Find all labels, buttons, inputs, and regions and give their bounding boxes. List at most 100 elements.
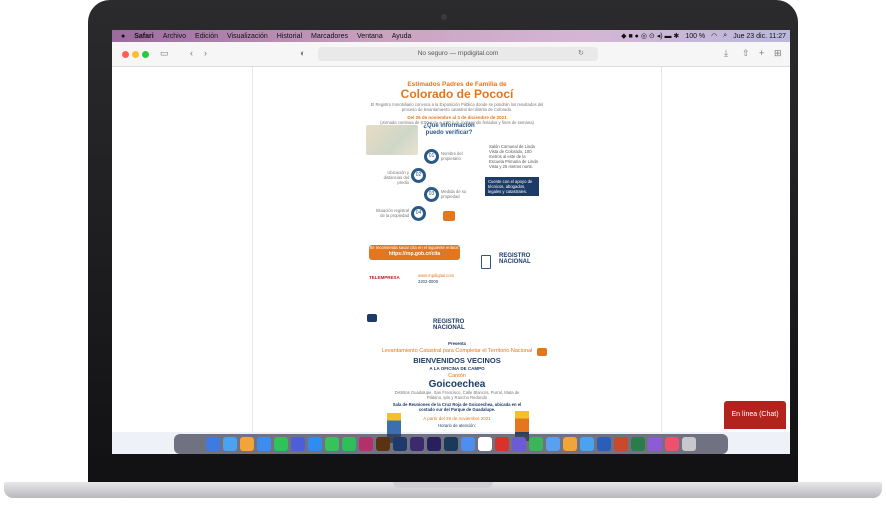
flyer2-project: Levantamiento Catastral para Completar e… <box>381 348 533 354</box>
indesign-icon[interactable] <box>359 437 373 451</box>
photoshop-icon[interactable] <box>393 437 407 451</box>
messages-icon[interactable] <box>325 437 339 451</box>
trash-icon[interactable] <box>682 437 696 451</box>
menu-historial[interactable]: Historial <box>277 33 302 40</box>
facetime-icon[interactable] <box>342 437 356 451</box>
imovie-icon[interactable] <box>512 437 526 451</box>
registro-logo: REGISTRO NACIONAL <box>499 253 531 265</box>
status-area: ◆ ■ ● ◎ ⊙ ◂) ▬ ✱ 100 % ◠ ⌕ Jue 23 dic. 1… <box>615 32 790 40</box>
back-button[interactable]: ‹ <box>190 48 193 58</box>
camera-icon <box>441 14 447 20</box>
whatsapp-icon[interactable] <box>274 437 288 451</box>
download-icon[interactable]: ⤓ <box>724 48 728 59</box>
search-icon[interactable]: ⌕ <box>723 32 727 40</box>
support-box: Cuente con el apoyo de técnicos, abogado… <box>485 177 539 196</box>
step-4-icon: 04 <box>411 206 426 221</box>
flyer1-question: ¿Qué información puedo verificar? <box>423 123 475 136</box>
address-bar[interactable]: No seguro — rnpdigital.com <box>318 47 598 61</box>
safari-icon[interactable] <box>223 437 237 451</box>
numbers-icon[interactable] <box>529 437 543 451</box>
reload-icon[interactable]: ↻ <box>578 49 584 57</box>
laptop-notch <box>393 482 493 488</box>
flyer2-venue: Sala de Reuniones de la Cruz Roja de Goi… <box>392 402 522 412</box>
minimize-button[interactable] <box>132 51 139 58</box>
item-location: Ubicación y distancias del predio <box>383 170 409 185</box>
teams-icon[interactable] <box>291 437 305 451</box>
menu-visualizacion[interactable]: Visualización <box>227 33 268 40</box>
link-box[interactable]: Se recomienda sacar cita en el siguiente… <box>369 245 460 260</box>
flyer2-canton: Goicoechea <box>428 379 486 390</box>
link-url[interactable]: https://rnp.gob.cr/cita <box>369 251 460 257</box>
map-image <box>366 125 418 155</box>
status-icons[interactable]: ◆ ■ ● ◎ ⊙ ◂) ▬ ✱ <box>621 32 679 40</box>
premiere-icon[interactable] <box>427 437 441 451</box>
forward-button[interactable]: › <box>204 48 207 58</box>
menu-edicion[interactable]: Edición <box>195 33 218 40</box>
flyer1-place: Colorado de Pococí <box>400 87 514 101</box>
chrome-icon[interactable] <box>240 437 254 451</box>
tele-logo: TELEMPRESA <box>369 275 400 280</box>
word-icon[interactable] <box>597 437 611 451</box>
share-icon[interactable]: ⇧ <box>742 48 750 59</box>
flyer2-presents: Presenta <box>448 341 466 346</box>
mac-menubar: ● Safari Archivo Edición Visualización H… <box>112 30 790 42</box>
browser-toolbar: ▭ ‹ › ◐ No seguro — rnpdigital.com ↻ ⤓ ⇧… <box>112 42 790 67</box>
chat-label: En línea (Chat) <box>731 411 779 418</box>
privacy-shield-icon[interactable]: ◐ <box>300 48 305 58</box>
item-size: Medida de su propiedad <box>441 189 467 199</box>
flyer1-phone: 2202-0000 <box>418 279 439 284</box>
audition-icon[interactable] <box>444 437 458 451</box>
calendar-icon[interactable] <box>478 437 492 451</box>
excel-icon[interactable] <box>631 437 645 451</box>
menu-safari[interactable]: Safari <box>134 33 153 40</box>
menu-archivo[interactable]: Archivo <box>163 33 186 40</box>
keynote-icon[interactable] <box>546 437 560 451</box>
flyer-colorado: Estimados Padres de Familia de Colorado … <box>253 81 661 125</box>
web-content[interactable]: Estimados Padres de Familia de Colorado … <box>112 67 790 443</box>
screen: ● Safari Archivo Edición Visualización H… <box>112 30 790 454</box>
aftereffects-icon[interactable] <box>410 437 424 451</box>
illustrator-icon[interactable] <box>376 437 390 451</box>
sidebar-icon[interactable]: ▭ <box>160 48 169 59</box>
step-1-icon: 01 <box>424 149 439 164</box>
wifi-icon[interactable]: ◠ <box>711 32 717 40</box>
music-icon[interactable] <box>665 437 679 451</box>
flyer2-logo: REGISTRO NACIONAL <box>433 319 465 331</box>
pen-icon <box>481 255 491 269</box>
zoom-button[interactable] <box>142 51 149 58</box>
item-owner: Nombre del propietario <box>441 151 463 161</box>
dock <box>174 434 728 454</box>
flyer2-districts: Distritos Guadalupe, San Francisco, Call… <box>394 390 520 400</box>
document-page: Estimados Padres de Familia de Colorado … <box>252 67 662 443</box>
flyer2-schedule-label: Horario de atención: <box>438 423 476 428</box>
finder-icon[interactable] <box>206 437 220 451</box>
tab-overview-icon[interactable]: ⊞ <box>774 48 782 59</box>
flyer2-office: A LA OFICINA DE CAMPO <box>429 366 485 371</box>
puzzle-icon <box>443 211 455 221</box>
new-tab-button[interactable]: + <box>759 48 764 58</box>
menu-ventana[interactable]: Ventana <box>357 33 383 40</box>
menu-marcadores[interactable]: Marcadores <box>311 33 348 40</box>
acrobat-icon[interactable] <box>495 437 509 451</box>
close-button[interactable] <box>122 51 129 58</box>
zoom-app-icon[interactable] <box>308 437 322 451</box>
podcasts-icon[interactable] <box>648 437 662 451</box>
puzzle-blue-icon <box>367 314 377 322</box>
chat-button[interactable]: En línea (Chat) <box>724 401 786 429</box>
clock[interactable]: Jue 23 dic. 11:27 <box>733 33 786 40</box>
menu-ayuda[interactable]: Ayuda <box>392 33 412 40</box>
flyer2-from: A partir del 29 de noviembre 2021 <box>423 416 491 421</box>
apple-icon[interactable]: ● <box>121 33 125 40</box>
flyer1-web: www.rnpdigital.com <box>418 273 455 278</box>
mail-icon[interactable] <box>257 437 271 451</box>
puzzle-orange-icon <box>537 348 547 356</box>
appstore-icon[interactable] <box>461 437 475 451</box>
powerpoint-icon[interactable] <box>614 437 628 451</box>
step-2-icon: 02 <box>411 168 426 183</box>
flyer2-welcome: BIENVENIDOS VECINOS <box>413 356 501 365</box>
url-text: No seguro — rnpdigital.com <box>417 50 499 57</box>
files-icon[interactable] <box>580 437 594 451</box>
battery-percent: 100 % <box>685 32 706 40</box>
pages-icon[interactable] <box>563 437 577 451</box>
item-registry: Situación registral de la propiedad <box>375 208 409 218</box>
